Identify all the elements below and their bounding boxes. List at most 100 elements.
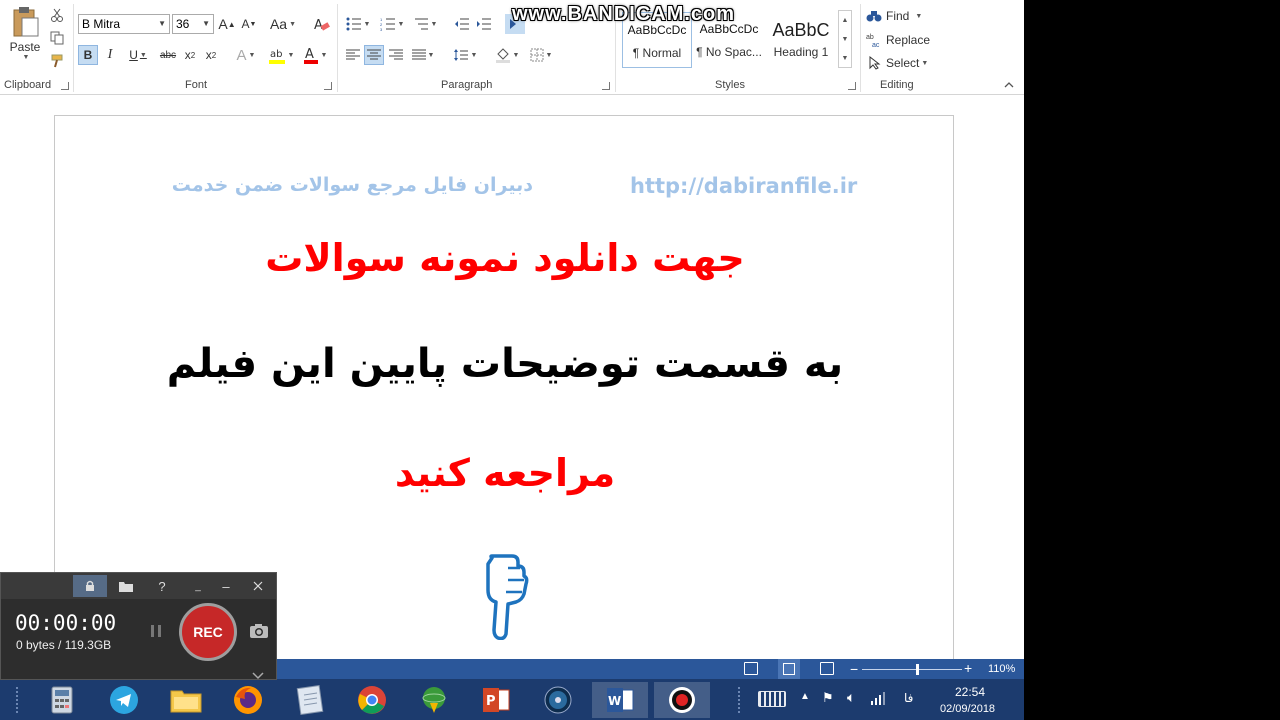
taskbar-word[interactable]: W	[592, 682, 648, 718]
bandicam-timer: 00:00:00	[15, 611, 117, 635]
zoom-in-button[interactable]: +	[964, 660, 972, 676]
increase-indent-button[interactable]	[474, 14, 494, 34]
zoom-out-button[interactable]: −	[850, 661, 858, 677]
svg-text:A: A	[314, 18, 323, 32]
clear-formatting-button[interactable]: A	[312, 14, 332, 34]
taskbar-powerpoint[interactable]: P	[468, 682, 524, 718]
format-painter-button[interactable]	[48, 52, 66, 70]
style-heading-1[interactable]: AaBbC Heading 1	[766, 12, 836, 68]
taskbar-bandicam[interactable]	[654, 682, 710, 718]
taskbar-grip	[16, 687, 20, 713]
paste-button[interactable]: Paste ▼	[6, 6, 44, 72]
flag-icon[interactable]: ⚑	[822, 690, 834, 706]
borders-button[interactable]: ▼	[526, 45, 556, 65]
superscript-button[interactable]: x2	[202, 45, 220, 65]
change-case-button[interactable]: Aa ▼	[268, 14, 298, 34]
replace-button[interactable]: ab ac Replace	[866, 30, 936, 50]
chevron-down-icon: ▼	[202, 19, 210, 28]
clock-date[interactable]: 02/09/2018	[940, 703, 995, 715]
web-layout-icon[interactable]	[820, 662, 834, 675]
cursor-icon	[869, 56, 881, 70]
text-effects-button[interactable]: A ▼	[232, 45, 260, 65]
grow-font-button[interactable]: A ▲	[218, 14, 236, 34]
font-color-button[interactable]: A ▼	[300, 45, 330, 65]
shading-button[interactable]: ▼	[492, 45, 522, 65]
underline-button[interactable]: U ▼	[123, 45, 153, 65]
print-layout-icon[interactable]	[778, 659, 800, 679]
taskbar-firefox[interactable]	[220, 682, 276, 718]
taskbar-chrome[interactable]	[344, 682, 400, 718]
paragraph-launcher-icon[interactable]	[602, 82, 610, 90]
bandicam-minimize-button[interactable]: –	[209, 575, 243, 597]
multilevel-list-button[interactable]: ▼	[410, 14, 440, 34]
find-button[interactable]: Find ▼	[866, 6, 930, 26]
highlight-button[interactable]: ab ▼	[266, 45, 296, 65]
bandicam-screenshot-button[interactable]	[249, 623, 269, 644]
zoom-level[interactable]: 110%	[988, 663, 1015, 675]
bandicam-watermark: www.BANDICAM.com	[512, 3, 736, 25]
network-icon[interactable]	[870, 691, 886, 705]
bandicam-rec-button[interactable]: REC	[179, 603, 237, 661]
styles-scroll[interactable]: ▲ ▼ ▼	[838, 10, 852, 68]
justify-button[interactable]: ▼	[408, 45, 438, 65]
align-right-button[interactable]	[386, 45, 406, 65]
numbering-button[interactable]: 1 2 3 ▼	[377, 14, 407, 34]
font-launcher-icon[interactable]	[324, 82, 332, 90]
paragraph-group-label: Paragraph	[441, 79, 493, 91]
zoom-slider-thumb[interactable]	[916, 664, 919, 675]
font-name-value: B Mitra	[82, 17, 121, 31]
read-mode-icon[interactable]	[744, 662, 758, 675]
taskbar-download-manager[interactable]	[406, 682, 462, 718]
bandicam-expand-button[interactable]	[252, 667, 264, 685]
volume-icon[interactable]: 🔈︎	[847, 689, 855, 706]
more-styles-icon[interactable]: ▼	[839, 49, 851, 68]
styles-group-label: Styles	[715, 79, 745, 91]
copy-icon	[50, 31, 64, 45]
bold-button[interactable]: B	[78, 45, 98, 65]
chevron-down-icon: ▼	[158, 19, 166, 28]
italic-button[interactable]: I	[101, 45, 119, 65]
clipboard-icon	[13, 7, 39, 37]
shrink-font-button[interactable]: A ▼	[240, 14, 258, 34]
strikethrough-button[interactable]: abc	[157, 45, 179, 65]
align-left-button[interactable]	[343, 45, 363, 65]
clock-time[interactable]: 22:54	[955, 685, 985, 699]
taskbar-media-app[interactable]	[530, 682, 586, 718]
input-language[interactable]: فا	[904, 691, 913, 705]
header-url[interactable]: http://dabiranfile.ir	[630, 174, 857, 198]
chrome-icon	[358, 686, 386, 714]
lock-icon	[86, 580, 94, 591]
font-name-input[interactable]: B Mitra ▼	[78, 14, 170, 34]
svg-text:ab: ab	[270, 49, 282, 60]
select-button[interactable]: Select ▼	[868, 53, 932, 73]
bandicam-pause-button[interactable]	[149, 624, 163, 638]
show-hidden-icons[interactable]: ▲	[800, 691, 810, 702]
styles-launcher-icon[interactable]	[848, 82, 856, 90]
bandicam-help-button[interactable]: ?	[145, 575, 179, 597]
bandicam-folder-button[interactable]	[109, 575, 143, 597]
decrease-indent-button[interactable]	[452, 14, 472, 34]
collapse-ribbon-button[interactable]	[1002, 78, 1016, 92]
change-case-label: Aa	[269, 16, 288, 32]
touch-keyboard-icon[interactable]	[758, 691, 786, 707]
font-size-input[interactable]: 36 ▼	[172, 14, 214, 34]
line-spacing-button[interactable]: ▼	[450, 45, 480, 65]
heading-line-1: جهت دانلود نمونه سوالات	[265, 236, 745, 280]
bullets-button[interactable]: ▼	[343, 14, 373, 34]
bandicam-lock-button[interactable]	[73, 575, 107, 597]
bandicam-close-button[interactable]	[241, 575, 275, 597]
taskbar-calculator[interactable]	[34, 682, 90, 718]
taskbar-file-explorer[interactable]	[158, 682, 214, 718]
clipboard-launcher-icon[interactable]	[61, 82, 69, 90]
copy-button[interactable]	[48, 29, 66, 47]
chevron-up-icon[interactable]: ▲	[839, 11, 851, 30]
zoom-slider[interactable]	[862, 669, 962, 670]
chevron-up-icon	[1004, 82, 1014, 88]
subscript-button[interactable]: x2	[181, 45, 199, 65]
taskbar-telegram[interactable]	[96, 682, 152, 718]
svg-text:P: P	[486, 694, 496, 709]
align-center-button[interactable]	[364, 45, 384, 65]
cut-button[interactable]	[48, 6, 66, 24]
taskbar-notes[interactable]	[282, 682, 338, 718]
chevron-down-icon[interactable]: ▼	[839, 30, 851, 49]
